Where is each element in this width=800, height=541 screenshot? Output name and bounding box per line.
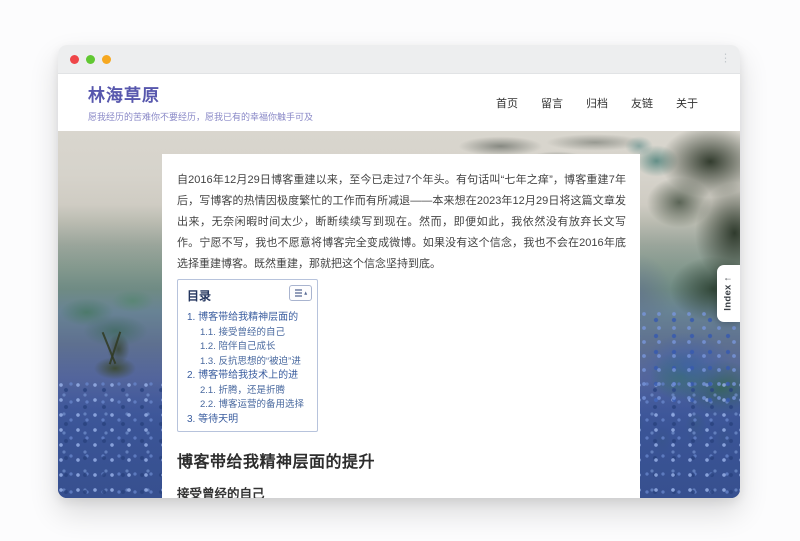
browser-window: ⋮ 林海草原 愿我经历的苦难你不要经历，愿我已有的幸福你触手可及 首页 留言 归… [58, 45, 740, 498]
toc-item: 1. 博客带给我精神层面的提升 [187, 309, 308, 324]
site-title[interactable]: 林海草原 [88, 81, 313, 106]
subsection-heading: 接受曾经的自己 [177, 483, 626, 498]
toc-item: 2.1. 折腾，还是折腾 [187, 382, 308, 397]
traffic-light-green-icon[interactable] [86, 55, 95, 64]
table-of-contents: 目录 1. 博客带给我精神层面的提升 1.1. 接受曾经的自己 1.2. [177, 279, 318, 432]
toc-title: 目录 [187, 289, 211, 303]
nav-item-archive[interactable]: 归档 [586, 95, 608, 111]
nav-item-messages[interactable]: 留言 [541, 95, 563, 111]
painting-grass-tuft [80, 327, 150, 382]
section-heading: 博客带给我精神层面的提升 [177, 448, 626, 472]
nav-item-about[interactable]: 关于 [676, 95, 698, 111]
background-painting: 自2016年12月29日博客重建以来，至今已走过7个年头。有句话叫“七年之痒”，… [58, 131, 740, 498]
kebab-menu-icon[interactable]: ⋮ [720, 54, 731, 65]
toc-item: 2. 博客带给我技术上的进步 [187, 367, 308, 382]
site-branding: 林海草原 愿我经历的苦难你不要经历，愿我已有的幸福你触手可及 [88, 81, 313, 123]
toc-item: 3. 等待天明 [187, 411, 308, 426]
toc-link[interactable]: 2. 博客带给我技术上的进步 [187, 370, 298, 382]
painting-green-bushes [58, 271, 173, 346]
list-icon [294, 288, 308, 298]
window-titlebar: ⋮ [58, 45, 740, 74]
traffic-light-yellow-icon[interactable] [102, 55, 111, 64]
toc-item: 1.3. 反抗思想的“被迫”进化 [187, 353, 308, 368]
toc-link[interactable]: 2.2. 博客运营的备用选择 [200, 399, 304, 410]
index-side-tab[interactable]: Index ↑ [717, 265, 740, 322]
article-intro-paragraph: 自2016年12月29日博客重建以来，至今已走过7个年头。有句话叫“七年之痒”，… [177, 170, 626, 275]
toc-item: 1.1. 接受曾经的自己 [187, 324, 308, 339]
site-header: 林海草原 愿我经历的苦难你不要经历，愿我已有的幸福你触手可及 首页 留言 归档 … [58, 74, 740, 131]
nav-item-links[interactable]: 友链 [631, 95, 653, 111]
toc-link[interactable]: 3. 等待天明 [187, 414, 238, 425]
toc-link[interactable]: 1. 博客带给我精神层面的提升 [187, 312, 298, 324]
toc-link[interactable]: 2.1. 折腾，还是折腾 [200, 385, 285, 396]
toc-item: 1.2. 陪伴自己成长 [187, 338, 308, 353]
toc-link[interactable]: 1.2. 陪伴自己成长 [200, 341, 276, 352]
site-subtitle: 愿我经历的苦难你不要经历，愿我已有的幸福你触手可及 [88, 110, 313, 123]
index-tab-label: Index ↑ [723, 276, 734, 310]
nav-item-home[interactable]: 首页 [496, 95, 518, 111]
toc-item: 2.2. 博客运营的备用选择 [187, 396, 308, 411]
main-navigation: 首页 留言 归档 友链 关于 [496, 74, 698, 131]
up-arrow-icon: ↑ [723, 276, 734, 281]
toc-toggle-button[interactable] [289, 285, 312, 301]
traffic-light-red-icon[interactable] [70, 55, 79, 64]
toc-list: 1. 博客带给我精神层面的提升 1.1. 接受曾经的自己 1.2. 陪伴自己成长… [187, 309, 308, 425]
article-card: 自2016年12月29日博客重建以来，至今已走过7个年头。有句话叫“七年之痒”，… [162, 154, 640, 498]
toc-link[interactable]: 1.1. 接受曾经的自己 [200, 327, 285, 338]
toc-link[interactable]: 1.3. 反抗思想的“被迫”进化 [200, 356, 301, 368]
